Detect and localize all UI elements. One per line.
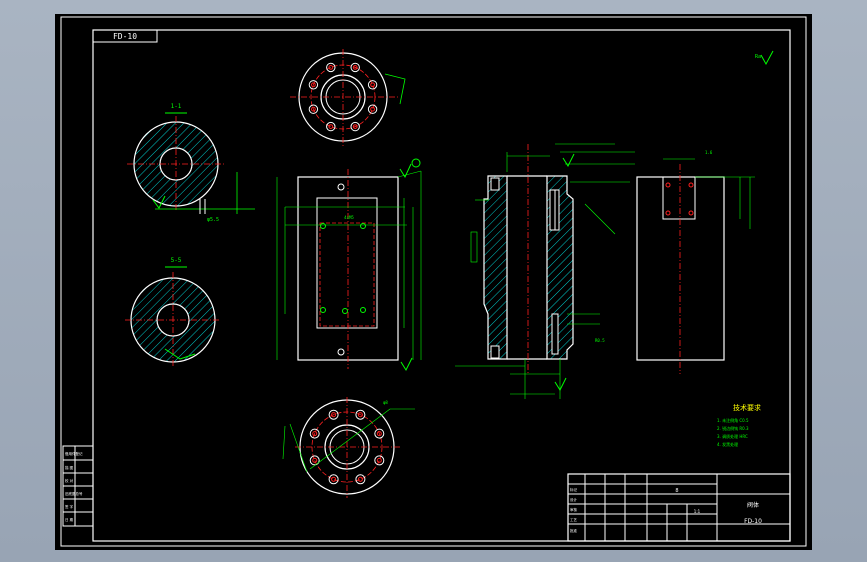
- side-strip-cell-2: 描 图: [65, 465, 74, 470]
- bolt-hole-center: [376, 457, 382, 463]
- bolt-hole-center: [328, 124, 334, 129]
- tech-req-item-1: 1. 未注倒角 C0.5: [717, 417, 749, 423]
- bolt-hole: [328, 474, 339, 485]
- bolt-hole: [367, 104, 378, 114]
- title-block: 8 阀体 FD-10 1:1 标记 设计 审核 工艺 批准: [567, 473, 791, 542]
- side-strip-cell-4: 旧底图总号: [65, 491, 83, 496]
- title-block-row-3: 审核: [570, 507, 578, 512]
- bolt-hole: [374, 455, 385, 466]
- dim-label-phi55: φ5.5: [207, 217, 219, 223]
- flange-view-top: [290, 49, 406, 146]
- dim-label-r05: R0.5: [595, 338, 605, 343]
- side-strip-cell-1: 借用件登记: [65, 451, 83, 456]
- front-view: 4xM5: [276, 158, 422, 372]
- bolt-hole: [326, 62, 336, 73]
- side-strip-cell-3: 校 对: [65, 478, 74, 483]
- side-strip-cell-5: 签 字: [65, 504, 74, 509]
- section-view-5-5: 5-5: [125, 257, 221, 368]
- title-block-row-4: 工艺: [570, 517, 578, 522]
- tech-requirements-title: 技术要求: [733, 403, 761, 412]
- bolt-hole-center: [331, 476, 337, 482]
- tech-req-item-3: 3. 调质处理 HRC: [717, 433, 748, 439]
- title-block-code: FD-10: [744, 518, 762, 525]
- engineering-drawing: FD-10 Ra 1-1 φ5.5 5-5 4xM5 φ8 R0.5 1.6 技…: [60, 16, 807, 547]
- title-block-scale: 1:1: [694, 509, 701, 514]
- section-label-1-1: 1-1: [171, 103, 182, 110]
- title-block-sheet: 8: [675, 488, 678, 494]
- bolt-hole: [309, 455, 320, 466]
- flange-view-bottom: φ8: [282, 397, 415, 498]
- roughness-note: Ra: [755, 54, 761, 60]
- dim-label-16: 1.6: [705, 150, 713, 155]
- section-label-5-5: 5-5: [171, 257, 182, 264]
- bolt-hole: [326, 121, 336, 132]
- side-strip: 借用件登记 描 图 校 对 旧底图总号 签 字 日 期: [62, 445, 94, 527]
- bolt-hole-center: [312, 457, 318, 463]
- drawing-number-box: FD-10: [92, 29, 158, 43]
- title-block-row-5: 批准: [570, 528, 578, 533]
- dim-label-4xm5: 4xM5: [344, 215, 354, 220]
- title-block-row-1: 标记: [570, 487, 578, 492]
- tech-req-item-4: 4. 发黑处理: [717, 441, 738, 447]
- side-strip-cell-6: 日 期: [65, 517, 74, 522]
- bolt-hole-center: [370, 82, 375, 88]
- tech-requirements: 技术要求 1. 未注倒角 C0.5 2. 锐边倒钝 R0.3 3. 调质处理 H…: [717, 403, 761, 447]
- bolt-hole: [367, 80, 378, 90]
- title-block-name: 阀体: [747, 501, 759, 509]
- bolt-hole-center: [357, 476, 363, 482]
- cad-canvas[interactable]: FD-10 Ra 1-1 φ5.5 5-5 4xM5 φ8 R0.5 1.6 技…: [55, 14, 812, 550]
- bolt-hole-center: [370, 106, 375, 112]
- dim-label-phi8: φ8: [383, 400, 388, 405]
- bolt-hole: [355, 474, 366, 485]
- bolt-hole-center: [328, 65, 334, 70]
- side-section-view: R0.5: [455, 143, 635, 399]
- title-block-row-2: 设计: [570, 497, 578, 502]
- right-view: 1.6: [636, 150, 755, 374]
- drawing-number: FD-10: [113, 32, 137, 41]
- tech-req-item-2: 2. 锐边倒钝 R0.3: [717, 425, 749, 431]
- section-view-1-1: 1-1 φ5.5: [127, 103, 255, 223]
- roughness-symbol: Ra: [755, 50, 774, 66]
